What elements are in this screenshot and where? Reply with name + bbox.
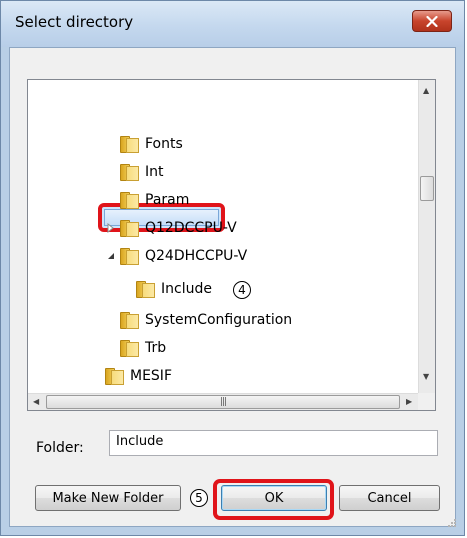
tree-item-systemconfiguration[interactable]: SystemConfiguration [120,309,292,331]
tree-item-label: Param [145,192,190,208]
folder-icon [136,281,155,298]
tree-item-trb[interactable]: Trb [120,337,166,359]
vertical-scrollbar[interactable]: ▲ ▼ [418,80,435,394]
ok-button[interactable]: OK [221,485,327,511]
folder-icon [105,368,124,385]
tree-item-q24dhccpu-v[interactable]: Q24DHCCPU-V [106,245,247,267]
tree-item-mesif[interactable]: MESIF [105,365,172,387]
vertical-scroll-thumb[interactable] [420,176,434,201]
tree-item-label: Fonts [145,136,183,152]
tree-item-int[interactable]: Int [120,161,164,183]
tree-item-label: MESIF [130,368,172,384]
scroll-left-arrow-icon[interactable]: ◀ [33,397,39,406]
folder-icon [120,340,139,357]
collapse-arrow-icon[interactable] [106,251,116,261]
make-new-folder-button[interactable]: Make New Folder [35,485,181,511]
folder-icon [120,164,139,181]
folder-field-label: Folder: [36,440,84,456]
cancel-button[interactable]: Cancel [339,485,440,511]
horizontal-scrollbar[interactable]: ◀ ||| ▶ [28,393,418,410]
folder-icon [120,192,139,209]
horizontal-scroll-thumb[interactable]: ||| [46,395,400,409]
scroll-down-arrow-icon[interactable]: ▼ [423,372,429,381]
folder-icon [120,136,139,153]
title-bar[interactable]: Select directory [1,1,464,47]
scrollbar-corner [418,393,435,410]
tree-item-label: Int [145,164,164,180]
tree-item-label: Trb [145,340,167,356]
tree-item-label: Q24DHCCPU-V [145,248,248,264]
tree-item-label: Q12DCCPU-V [145,220,237,236]
folder-input[interactable] [109,430,438,456]
dialog-title: Select directory [15,13,134,31]
scroll-right-arrow-icon[interactable]: ▶ [406,397,412,406]
tree-item-q12dccpu-v[interactable]: Q12DCCPU-V [106,217,237,239]
tree-item-label: Include [161,281,212,297]
step-5-marker: 5 [190,489,208,507]
tree-item-label: SystemConfiguration [145,312,293,328]
resize-grip-icon[interactable] [447,518,457,528]
tree-item-fonts[interactable]: Fonts [120,133,183,155]
scroll-up-arrow-icon[interactable]: ▲ [423,86,429,95]
folder-icon [120,312,139,329]
expand-arrow-icon[interactable] [106,223,116,233]
folder-icon [120,220,139,237]
step-4-marker: 4 [233,281,251,299]
folder-icon [120,248,139,265]
close-x-icon [426,15,438,27]
tree-item-param[interactable]: Param [120,189,189,211]
tree-item-include[interactable]: Include [136,278,212,300]
close-button[interactable] [412,10,452,32]
